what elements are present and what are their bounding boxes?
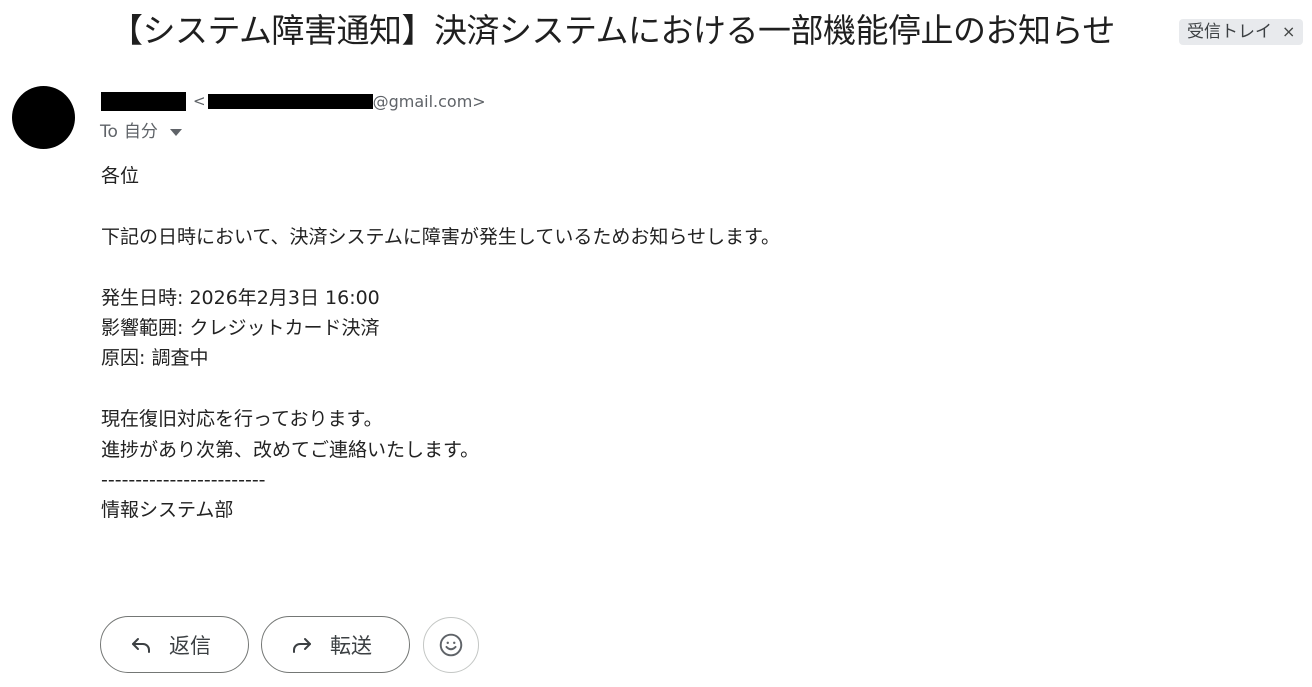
body-signature: 情報システム部 [101, 499, 234, 522]
sender-email-redacted [207, 93, 373, 109]
forward-label: 転送 [330, 633, 372, 658]
emoji-icon [439, 633, 463, 656]
recipient-line: To 自分 [100, 121, 182, 143]
reply-label: 返信 [169, 633, 211, 658]
chevron-down-icon[interactable] [169, 128, 182, 136]
label-chip-inbox[interactable]: 受信トレイ × [1179, 19, 1304, 45]
reply-button[interactable]: 返信 [100, 616, 249, 673]
sender-avatar[interactable] [12, 86, 75, 149]
body-divider: ------------------------ [101, 468, 266, 491]
forward-icon [293, 637, 311, 653]
to-prefix: To [100, 122, 118, 142]
body-line: 現在復旧対応を行っております。 [101, 408, 383, 431]
body-line: 下記の日時において、決済システムに障害が発生しているためお知らせします。 [101, 225, 781, 248]
forward-button[interactable]: 転送 [261, 616, 410, 673]
body-line [101, 191, 780, 221]
body-line [101, 252, 780, 282]
sender-name-redacted [101, 91, 186, 111]
sender-email-domain: @gmail.com> [372, 91, 486, 111]
remove-label-icon[interactable]: × [1282, 19, 1295, 45]
email-subject: 【システム障害通知】決済システムにおける一部機能停止のお知らせ [110, 11, 1115, 50]
label-chip-text: 受信トレイ [1187, 22, 1272, 42]
email-actions: 返信 転送 [100, 616, 479, 673]
body-line: 各位 [101, 165, 140, 187]
body-line: 原因: 調査中 [101, 347, 209, 370]
reply-icon [132, 637, 150, 653]
body-line: 発生日時: 2026年2月3日 16:00 [101, 286, 380, 309]
body-line [101, 374, 780, 404]
body-line: 影響範囲: クレジットカード決済 [101, 316, 380, 339]
recipient-name: 自分 [123, 122, 158, 142]
email-open-bracket: < [193, 92, 206, 110]
sender-info: < @gmail.com> [101, 89, 486, 113]
email-body: 各位 下記の日時において、決済システムに障害が発生しているためお知らせします。 … [101, 161, 780, 526]
emoji-react-button[interactable] [423, 616, 479, 673]
body-line: 進捗があり次第、改めてご連絡いたします。 [101, 438, 480, 461]
